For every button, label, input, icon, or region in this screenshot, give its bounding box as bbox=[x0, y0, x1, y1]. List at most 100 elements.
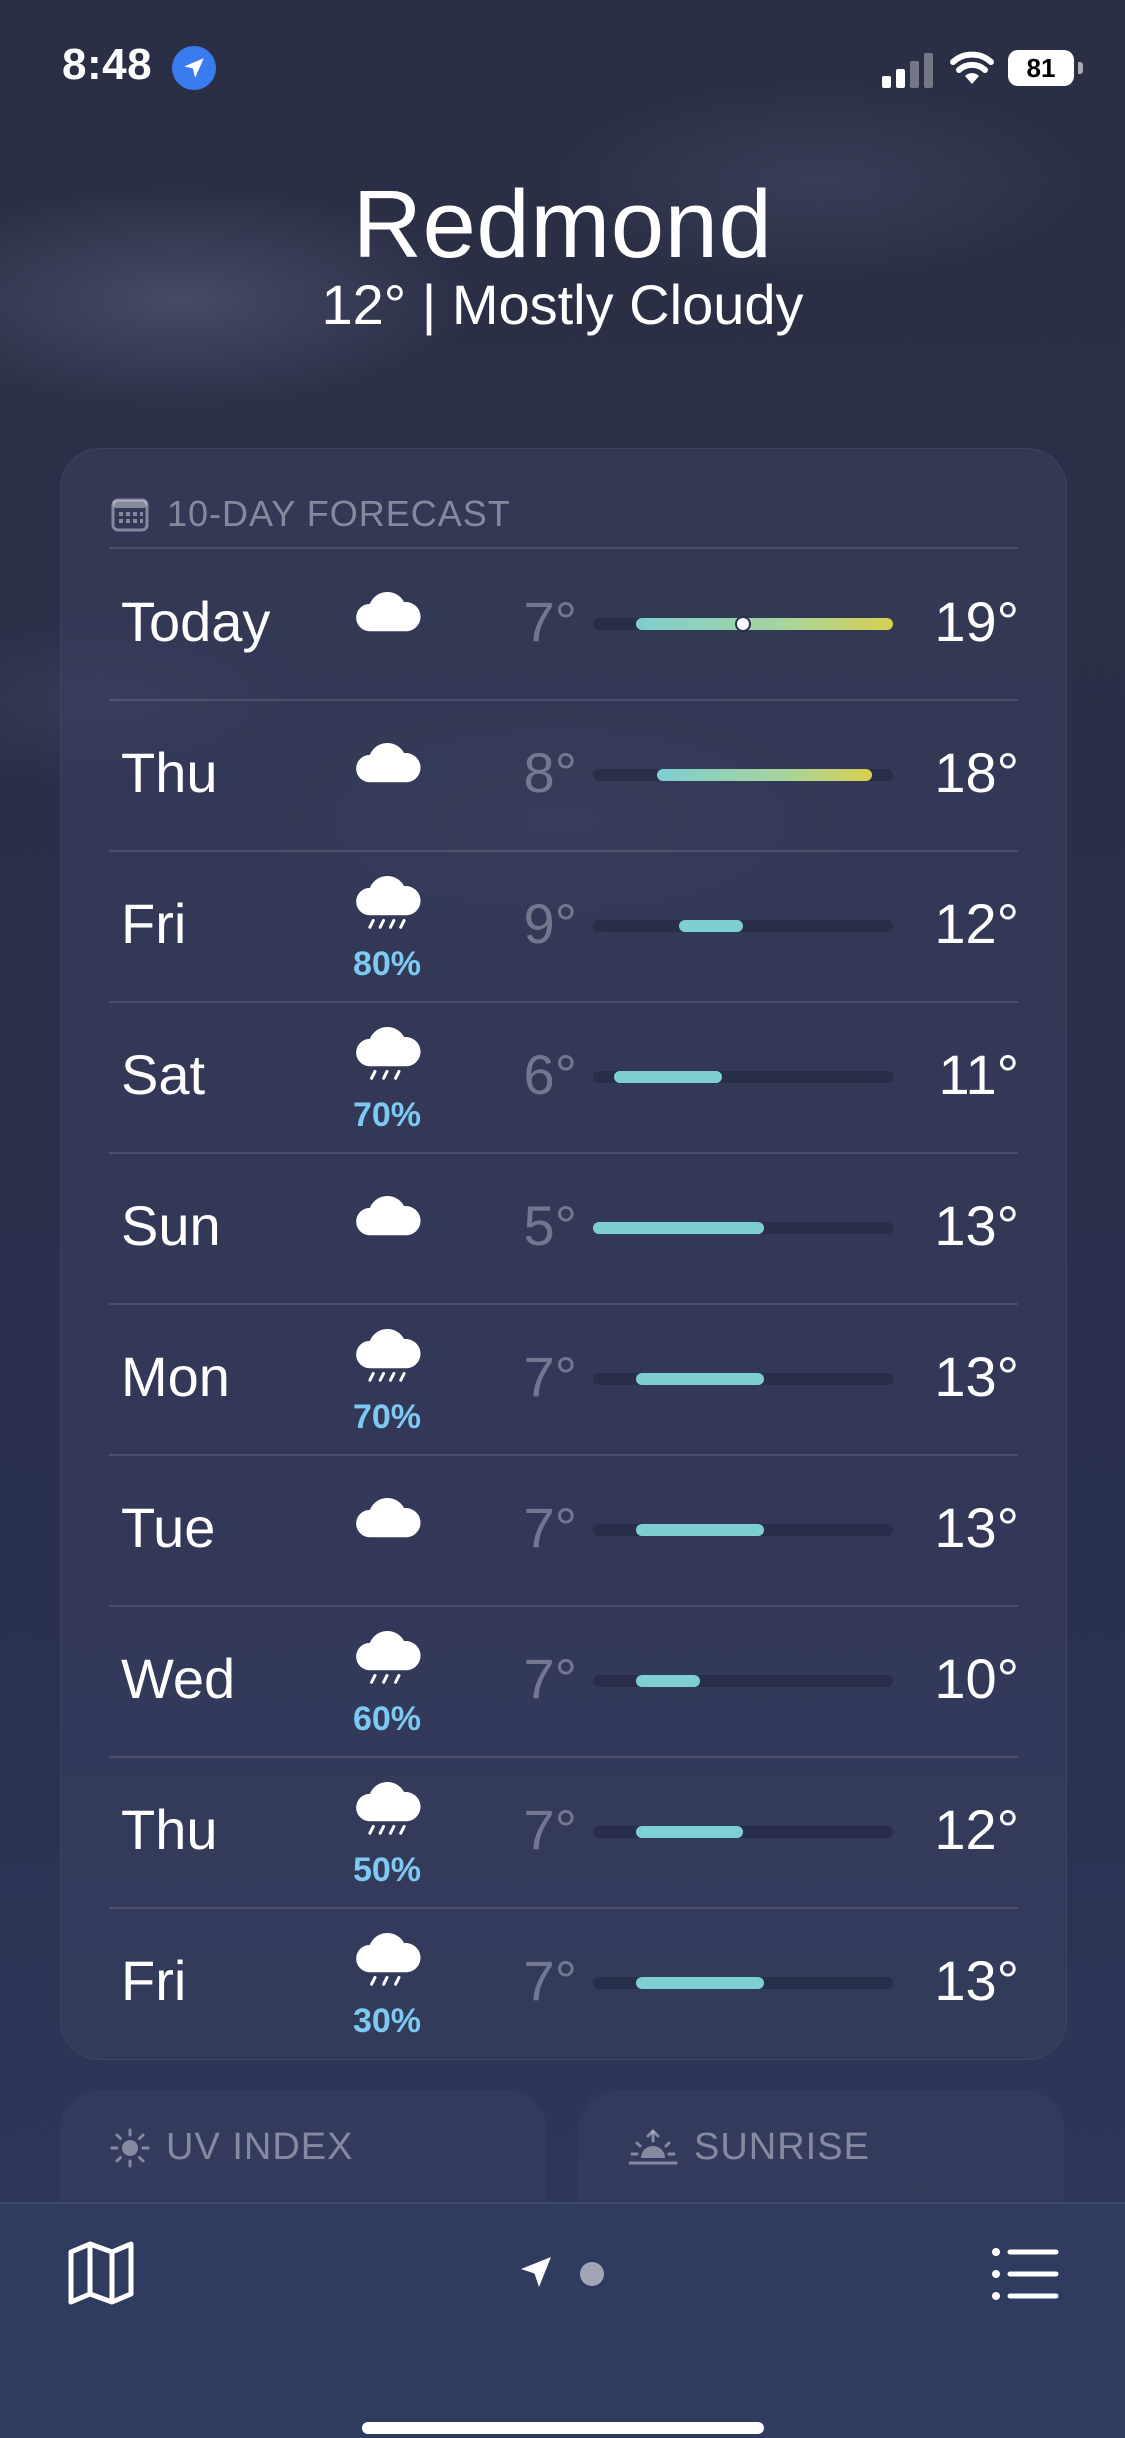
temp-range-track bbox=[593, 920, 893, 932]
high-temp: 11° bbox=[938, 1043, 1019, 1106]
precipitation-chance: 70% bbox=[352, 1398, 422, 1436]
ten-day-forecast-card[interactable]: 10-DAY FORECAST Today 7° 19° Thu 8° 18° Fri 80%… bbox=[60, 448, 1067, 2060]
high-temp: 12° bbox=[934, 1798, 1019, 1861]
forecast-title: 10-DAY FORECAST bbox=[167, 493, 511, 534]
forecast-row[interactable]: Tue 7° 13° bbox=[109, 1455, 1019, 1605]
forecast-row[interactable]: Thu 8° 18° bbox=[109, 700, 1019, 850]
low-temp: 9° bbox=[523, 892, 577, 955]
forecast-header: 10-DAY FORECAST bbox=[111, 489, 511, 539]
forecast-day: Fri bbox=[121, 892, 187, 955]
precipitation-chance: 60% bbox=[352, 1700, 422, 1738]
temp-range-bar bbox=[635, 618, 893, 630]
forecast-day: Sun bbox=[121, 1194, 221, 1257]
low-temp: 6° bbox=[523, 1043, 577, 1106]
cloud-drizzle-icon bbox=[356, 1932, 421, 1986]
temp-range-bar bbox=[635, 1675, 701, 1687]
forecast-row[interactable]: Thu 50% 7° 12° bbox=[109, 1757, 1019, 1907]
home-indicator bbox=[362, 2422, 764, 2434]
temp-range-bar bbox=[635, 1373, 765, 1385]
low-temp: 7° bbox=[523, 1345, 577, 1408]
uv-index-header: UV INDEX bbox=[110, 2126, 353, 2169]
cloud-icon bbox=[356, 591, 421, 632]
cloud-rain-icon bbox=[356, 1781, 421, 1835]
precipitation-chance: 70% bbox=[352, 1096, 422, 1134]
temp-range-track bbox=[593, 616, 893, 632]
high-temp: 19° bbox=[934, 590, 1019, 653]
temp-range-track bbox=[593, 1524, 893, 1536]
forecast-row[interactable]: Sat 70% 6° 11° bbox=[109, 1002, 1019, 1152]
temp-range-bar bbox=[593, 1222, 765, 1234]
forecast-row[interactable]: Today 7° 19° bbox=[109, 549, 1019, 699]
temp-range-bar bbox=[657, 769, 872, 781]
list-icon[interactable] bbox=[990, 2246, 1060, 2302]
forecast-day: Today bbox=[121, 590, 271, 653]
temp-range-bar bbox=[678, 920, 743, 932]
forecast-day: Fri bbox=[121, 1949, 187, 2012]
sunrise-icon bbox=[628, 2128, 678, 2164]
temp-range-track bbox=[593, 769, 893, 781]
current-temp-marker bbox=[735, 616, 751, 632]
low-temp: 7° bbox=[523, 1949, 577, 2012]
temp-range-track bbox=[593, 1222, 893, 1234]
high-temp: 10° bbox=[934, 1647, 1019, 1710]
temp-range-bar bbox=[635, 1524, 765, 1536]
forecast-day: Tue bbox=[121, 1496, 216, 1559]
low-temp: 7° bbox=[523, 1647, 577, 1710]
battery-tip bbox=[1078, 62, 1083, 74]
page-indicator-dot[interactable] bbox=[580, 2262, 604, 2286]
temp-range-bar bbox=[635, 1977, 765, 1989]
forecast-row[interactable]: Wed 60% 7° 10° bbox=[109, 1606, 1019, 1756]
cloud-drizzle-icon bbox=[356, 1026, 421, 1080]
high-temp: 18° bbox=[934, 741, 1019, 804]
forecast-row[interactable]: Fri 80% 9° 12° bbox=[109, 851, 1019, 1001]
high-temp: 13° bbox=[934, 1194, 1019, 1257]
low-temp: 8° bbox=[523, 741, 577, 804]
current-conditions: 12° | Mostly Cloudy bbox=[321, 273, 804, 336]
calendar-icon bbox=[111, 498, 149, 532]
forecast-day: Wed bbox=[121, 1647, 236, 1710]
forecast-row[interactable]: Mon 70% 7° 13° bbox=[109, 1304, 1019, 1454]
precipitation-chance: 50% bbox=[352, 1851, 422, 1889]
temp-range-track bbox=[593, 1071, 893, 1083]
low-temp: 5° bbox=[523, 1194, 577, 1257]
cloud-icon bbox=[356, 742, 421, 783]
high-temp: 13° bbox=[934, 1949, 1019, 2012]
cellular-signal-icon bbox=[882, 53, 933, 88]
high-temp: 13° bbox=[934, 1345, 1019, 1408]
cloud-drizzle-icon bbox=[356, 1630, 421, 1684]
bottom-toolbar bbox=[0, 2202, 1125, 2438]
temp-range-track bbox=[593, 1373, 893, 1385]
forecast-row[interactable]: Fri 30% 7° 13° bbox=[109, 1908, 1019, 2058]
sun-icon bbox=[110, 2128, 150, 2167]
current-location-page-icon[interactable] bbox=[518, 2254, 554, 2290]
location-arrow-icon bbox=[172, 46, 216, 90]
temp-range-bar bbox=[614, 1071, 722, 1083]
forecast-day: Thu bbox=[121, 741, 218, 804]
wifi-icon bbox=[950, 51, 994, 84]
low-temp: 7° bbox=[523, 1798, 577, 1861]
city-name: Redmond bbox=[352, 171, 773, 278]
uv-index-label: UV INDEX bbox=[166, 2126, 354, 2168]
cloud-rain-icon bbox=[356, 875, 421, 929]
battery-indicator: 81 bbox=[1008, 50, 1074, 86]
cloud-icon bbox=[356, 1497, 421, 1538]
low-temp: 7° bbox=[523, 1496, 577, 1559]
cloud-icon bbox=[356, 1195, 421, 1236]
precipitation-chance: 80% bbox=[352, 945, 422, 983]
temp-range-track bbox=[593, 1675, 893, 1687]
forecast-row[interactable]: Sun 5° 13° bbox=[109, 1153, 1019, 1303]
sunrise-header: SUNRISE bbox=[628, 2126, 870, 2169]
precipitation-chance: 30% bbox=[352, 2002, 422, 2040]
status-bar: 8:48 81 bbox=[0, 0, 1125, 140]
forecast-day: Thu bbox=[121, 1798, 218, 1861]
cloud-rain-icon bbox=[356, 1328, 421, 1382]
low-temp: 7° bbox=[523, 590, 577, 653]
map-icon[interactable] bbox=[66, 2240, 136, 2306]
high-temp: 12° bbox=[934, 892, 1019, 955]
forecast-day: Sat bbox=[121, 1043, 206, 1106]
sunrise-label: SUNRISE bbox=[694, 2126, 870, 2168]
high-temp: 13° bbox=[934, 1496, 1019, 1559]
status-time: 8:48 bbox=[62, 40, 153, 89]
temp-range-track bbox=[593, 1977, 893, 1989]
temp-range-bar bbox=[635, 1826, 743, 1838]
